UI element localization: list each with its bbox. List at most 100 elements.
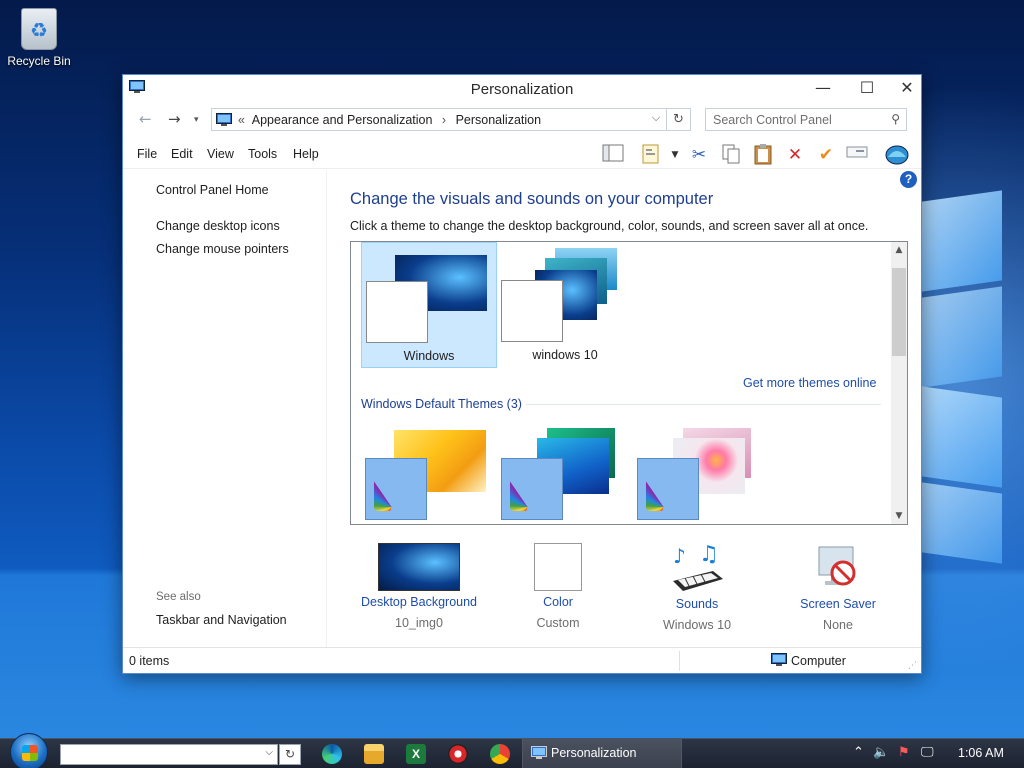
edge-icon[interactable] [322,744,342,764]
scroll-down-arrow-icon[interactable]: ▼ [891,508,907,524]
recycle-bin[interactable]: Recycle Bin [4,6,74,68]
theme-item-windows-10[interactable]: windows 10 [497,242,633,368]
screen-saver-icon [813,543,863,593]
search-icon[interactable]: ⚲ [891,112,900,126]
properties-icon[interactable] [639,143,663,167]
taskbar-navigation-link[interactable]: Taskbar and Navigation [156,613,287,627]
paste-icon[interactable] [751,143,775,167]
desktop-background-icon [378,543,460,591]
default-themes-group-label[interactable]: Windows Default Themes (3) [361,397,526,411]
chrome-icon[interactable] [490,744,510,764]
copy-icon[interactable] [719,143,743,167]
change-desktop-icons-link[interactable]: Change desktop icons [156,219,280,233]
rename-icon[interactable] [845,143,869,167]
start-button[interactable] [10,733,48,768]
status-bar: 0 items Computer ⋰ [123,647,921,673]
screen-saver-setting[interactable]: Screen Saver None [768,543,908,632]
file-explorer-icon[interactable] [364,744,384,764]
menu-edit[interactable]: Edit [171,147,193,161]
svg-text:♪: ♪ [673,544,686,568]
resize-grip-icon[interactable]: ⋰ [908,660,917,671]
svg-text:♫: ♫ [699,543,719,567]
left-pane: Control Panel Home Change desktop icons … [123,170,327,648]
theme-label: windows 10 [532,348,598,362]
default-theme-item[interactable] [497,424,633,524]
theme-list: Windows windows 10 Get more themes onlin… [350,241,908,525]
theme-color-swatch [366,281,428,343]
see-also-label: See also [156,591,201,603]
back-button[interactable]: ← [139,110,152,128]
clock[interactable]: 1:06 AM [958,746,1004,760]
recycle-bin-label: Recycle Bin [7,54,71,68]
app-icon[interactable] [448,744,468,764]
default-theme-item[interactable] [633,424,769,524]
network-icon[interactable]: 🖵 [921,745,934,760]
item-count: 0 items [129,654,170,668]
show-hidden-icons-icon[interactable]: ⌃ [853,745,864,760]
forward-button[interactable]: → [168,110,181,128]
get-more-themes-link[interactable]: Get more themes online [743,376,876,390]
excel-icon[interactable]: X [406,744,426,764]
breadcrumb-separator: › [441,113,447,127]
control-panel-home-link[interactable]: Control Panel Home [156,183,269,197]
setting-name: Screen Saver [800,597,876,611]
default-theme-item[interactable] [361,424,497,524]
volume-muted-icon[interactable]: 🔈 [873,745,889,760]
menu-tools[interactable]: Tools [248,147,277,161]
desktop-background-setting[interactable]: Desktop Background 10_img0 [349,543,489,630]
taskbar-item-personalization[interactable]: Personalization [522,739,682,768]
menu-bar: File Edit View Tools Help ▼ ✂ ✕ ✔ [123,139,921,169]
address-row: ← → ▾ « Appearance and Personalization ›… [123,105,921,135]
menu-file[interactable]: File [137,147,157,161]
breadcrumb-appearance[interactable]: Appearance and Personalization [252,113,433,127]
computer-icon [771,653,787,666]
setting-name: Sounds [675,597,719,611]
close-button[interactable]: ✕ [887,75,927,103]
setting-value: 10_img0 [395,616,443,630]
properties-dropdown-icon[interactable]: ▼ [663,143,687,167]
color-setting[interactable]: Color Custom [488,543,628,630]
color-icon [534,543,582,591]
setting-value: Custom [536,616,580,630]
breadcrumb-personalization[interactable]: Personalization [456,113,541,127]
address-dropdown-button[interactable]: ⌵ [648,111,664,125]
window-title: Personalization [470,81,574,98]
maximize-button[interactable]: ☐ [847,75,887,103]
recycle-bin-icon [21,8,57,50]
color-fan-icon [365,458,427,520]
sounds-setting[interactable]: ♪ ♫ Sounds Windows 10 [627,542,767,632]
minimize-button[interactable]: — [803,75,843,103]
cut-icon[interactable]: ✂ [687,143,711,167]
page-title: Change the visuals and sounds on your co… [350,190,714,208]
title-bar[interactable]: Personalization — ☐ ✕ [123,75,921,103]
scroll-up-arrow-icon[interactable]: ▲ [891,242,907,258]
status-location: Computer [791,654,846,668]
search-input[interactable] [706,109,878,130]
address-bar[interactable]: « Appearance and Personalization › Perso… [211,108,667,131]
search-box[interactable]: ⚲ [705,108,907,131]
personalization-window: Personalization — ☐ ✕ ← → ▾ « Appearance… [122,74,922,674]
menu-help[interactable]: Help [293,147,319,161]
layout-icon[interactable] [601,143,625,167]
check-icon[interactable]: ✔ [814,143,838,167]
taskbar-address-box[interactable]: ⌵ [60,744,278,765]
menu-view[interactable]: View [207,147,234,161]
taskbar-refresh-button[interactable]: ↻ [279,744,301,765]
delete-icon[interactable]: ✕ [783,143,807,167]
change-mouse-pointers-link[interactable]: Change mouse pointers [156,242,289,256]
page-description: Click a theme to change the desktop back… [350,219,869,233]
help-icon[interactable]: ? [900,171,917,188]
theme-item-windows[interactable]: Windows [361,242,497,368]
taskbar: ⌵ ↻ X Personalization ⌃ 🔈 ⚑ 🖵 1:06 AM [0,733,1024,768]
breadcrumb-overflow[interactable]: « [238,113,245,127]
refresh-button[interactable]: ↻ [667,108,691,131]
theme-color-swatch [501,280,563,342]
action-center-icon[interactable]: ⚑ [898,745,910,760]
breadcrumb: « Appearance and Personalization › Perso… [238,113,541,127]
setting-value: Windows 10 [662,618,732,632]
chevron-down-icon[interactable]: ⌵ [265,747,273,758]
scroll-thumb[interactable] [892,268,906,356]
recent-locations-button[interactable]: ▾ [194,115,199,125]
theme-list-scrollbar[interactable]: ▲ ▼ [891,242,907,524]
shell-icon[interactable] [885,143,909,167]
